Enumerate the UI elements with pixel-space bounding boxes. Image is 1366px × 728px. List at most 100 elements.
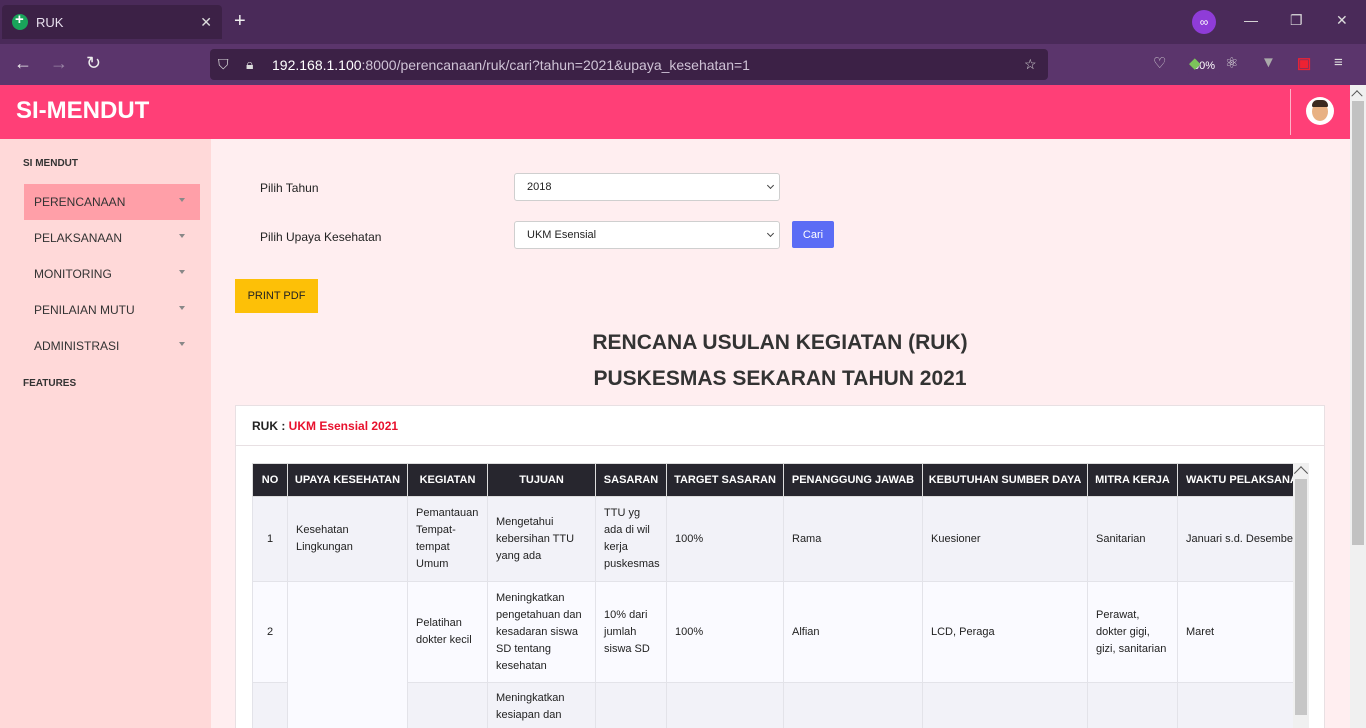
restore-icon[interactable]: ❐ (1290, 12, 1303, 29)
sidebar-item-label: ADMINISTRASI (34, 339, 120, 353)
tab-title: RUK (36, 14, 64, 30)
upaya-label: Pilih Upaya Kesehatan (260, 230, 382, 244)
col-header-sumber: KEBUTUHAN SUMBER DAYA (922, 463, 1088, 497)
url-bar[interactable]: ⛉ 🔒︎ 192.168.1.100:8000/perencanaan/ruk/… (210, 49, 1220, 80)
ruk-prefix: RUK : (252, 419, 286, 433)
sidebar-item-administrasi[interactable]: ADMINISTRASI (24, 328, 200, 364)
print-pdf-button[interactable]: PRINT PDF (235, 279, 318, 313)
extension-red-icon[interactable]: ▣ (1297, 54, 1311, 72)
table-header-row: NO UPAYA KESEHATAN KEGIATAN TUJUAN SASAR… (252, 463, 1294, 497)
sidebar-item-monitoring[interactable]: MONITORING (24, 256, 200, 292)
scroll-up-icon[interactable] (1351, 90, 1363, 102)
cell-mitra: Perawat, dokter gigi, gizi, sanitarian (1087, 581, 1178, 683)
react-devtools-icon[interactable]: ⚛ (1225, 54, 1238, 72)
cell-target: 100% (666, 581, 784, 683)
table-row: Meningkatkan kesiapan dan (252, 682, 1294, 728)
cell-no: 1 (252, 496, 288, 582)
col-header-mitra: MITRA KERJA (1087, 463, 1178, 497)
chevron-down-icon (179, 342, 185, 346)
ruk-table: NO UPAYA KESEHATAN KEGIATAN TUJUAN SASAR… (252, 463, 1294, 728)
url-path: :8000/perencanaan/ruk/cari?tahun=2021&up… (361, 56, 750, 73)
col-header-tujuan: TUJUAN (487, 463, 596, 497)
new-tab-icon[interactable]: + (234, 10, 246, 33)
sidebar-item-penilaian-mutu[interactable]: PENILAIAN MUTU (24, 292, 200, 328)
back-icon[interactable]: ← (14, 53, 32, 74)
page-scrollbar-thumb[interactable] (1352, 101, 1364, 545)
col-header-waktu: WAKTU PELAKSANAAN (1177, 463, 1294, 497)
reload-icon[interactable]: ↻ (86, 53, 101, 74)
cell-kegiatan (407, 682, 488, 728)
upaya-select-value: UKM Esensial (527, 229, 597, 241)
cell-sumber: Kuesioner (922, 496, 1088, 582)
shield-icon[interactable]: ⛉ (218, 56, 229, 73)
cell-target (666, 682, 784, 728)
cell-upaya (287, 581, 408, 728)
doc-title-line2: PUSKESMAS SEKARAN TAHUN 2021 (593, 367, 967, 390)
tahun-label: Pilih Tahun (260, 181, 319, 195)
col-header-pj: PENANGGUNG JAWAB (783, 463, 923, 497)
chevron-down-icon (179, 234, 185, 238)
header-divider (1290, 89, 1291, 135)
doc-title-line1: RENCANA USULAN KEGIATAN (RUK) (592, 331, 968, 354)
menu-icon[interactable]: ≡ (1334, 54, 1343, 71)
browser-nav-bar: ← → ↻ ⛉ 🔒︎ 192.168.1.100:8000/perencanaa… (0, 44, 1366, 85)
table-row: 1 Kesehatan Lingkungan Pemantauan Tempat… (252, 496, 1294, 582)
private-browsing-icon: ∞ (1192, 10, 1216, 34)
card-header: RUK : UKM Esensial 2021 (236, 406, 1324, 446)
cari-button[interactable]: Cari (792, 221, 834, 248)
chevron-down-icon (766, 181, 775, 190)
ruk-card: RUK : UKM Esensial 2021 NO UPAYA KESEHAT… (235, 405, 1325, 728)
col-header-no: NO (252, 463, 288, 497)
page-scrollbar[interactable] (1350, 85, 1366, 728)
col-header-kegiatan: KEGIATAN (407, 463, 488, 497)
ruk-value: UKM Esensial 2021 (288, 419, 399, 433)
cell-tujuan: Meningkatkan pengetahuan dan kesadaran s… (487, 581, 596, 683)
table-row: 2 Pelatihan dokter kecil Meningkatkan pe… (252, 581, 1294, 728)
table-scrollbar[interactable] (1293, 463, 1309, 728)
site-favicon-icon (12, 11, 28, 30)
cell-waktu: Januari s.d. Desember (1177, 496, 1294, 582)
col-header-sasaran: SASARAN (595, 463, 667, 497)
chevron-down-icon (179, 306, 185, 310)
main-content: Pilih Tahun 2018 Pilih Upaya Kesehatan U… (211, 139, 1350, 728)
upaya-select[interactable]: UKM Esensial (514, 221, 780, 249)
sidebar-item-label: MONITORING (34, 267, 112, 281)
col-header-upaya: UPAYA KESEHATAN (287, 463, 408, 497)
cell-pj: Alfian (783, 581, 923, 683)
cell-mitra (1087, 682, 1178, 728)
cell-waktu (1177, 682, 1294, 728)
cell-sumber: LCD, Peraga (922, 581, 1088, 683)
table-scroll-area[interactable]: NO UPAYA KESEHATAN KEGIATAN TUJUAN SASAR… (252, 463, 1294, 728)
extension-globe-icon[interactable]: ◆ (1189, 54, 1201, 72)
lock-icon[interactable]: 🔒︎ (246, 56, 253, 73)
table-scrollbar-thumb[interactable] (1295, 479, 1307, 715)
sidebar-item-perencanaan[interactable]: PERENCANAAN (24, 184, 200, 220)
sidebar-section-features: FEATURES (23, 378, 77, 389)
close-window-icon[interactable]: ✕ (1336, 12, 1348, 29)
tahun-select[interactable]: 2018 (514, 173, 780, 201)
cell-sasaran (595, 682, 667, 728)
cell-target: 100% (666, 496, 784, 582)
pocket-icon[interactable]: ♡ (1153, 54, 1166, 72)
bookmark-star-icon[interactable]: ☆ (1024, 56, 1037, 73)
forward-icon[interactable]: → (50, 53, 68, 74)
sidebar-item-label: PELAKSANAAN (34, 231, 123, 245)
cell-kegiatan: Pelatihan dokter kecil (407, 581, 488, 683)
cell-sumber (922, 682, 1088, 728)
cell-no (252, 682, 288, 728)
sidebar-item-label: PERENCANAAN (34, 195, 126, 209)
cell-kegiatan: Pemantauan Tempat-tempat Umum (407, 496, 488, 582)
brand-logo[interactable]: SI-MENDUT (16, 97, 149, 125)
cell-tujuan: Mengetahui kebersihan TTU yang ada (487, 496, 596, 582)
browser-tab-bar: RUK ✕ + ∞ — ❐ ✕ (0, 0, 1366, 44)
sidebar-section-simendut: SI MENDUT (23, 158, 78, 169)
vue-devtools-icon[interactable]: ▼ (1261, 54, 1276, 71)
cell-upaya: Kesehatan Lingkungan (287, 496, 408, 582)
sidebar-item-label: PENILAIAN MUTU (34, 303, 135, 317)
browser-tab[interactable]: RUK ✕ (2, 5, 222, 39)
user-avatar[interactable] (1306, 97, 1334, 125)
close-tab-icon[interactable]: ✕ (200, 14, 212, 31)
chevron-down-icon (179, 270, 185, 274)
sidebar-item-pelaksanaan[interactable]: PELAKSANAAN (24, 220, 200, 256)
minimize-icon[interactable]: — (1244, 12, 1258, 28)
